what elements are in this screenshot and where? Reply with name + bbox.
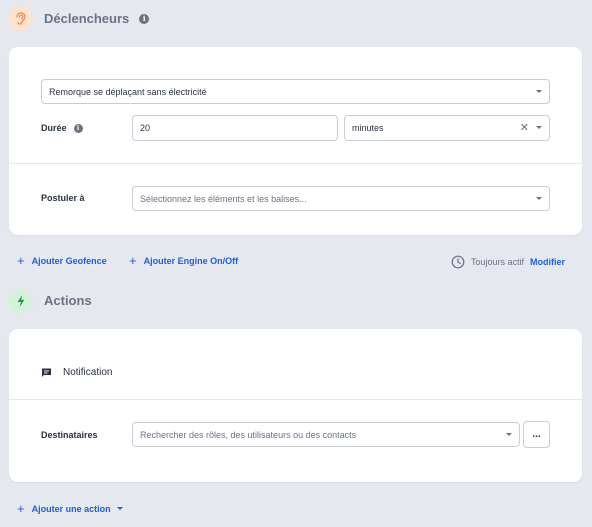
modify-link[interactable]: Modifier — [530, 257, 565, 267]
chevron-down-icon — [506, 433, 512, 436]
add-geofence-link[interactable]: + Ajouter Geofence — [17, 254, 107, 267]
chevron-down-icon — [536, 90, 542, 93]
recipients-select[interactable]: Rechercher des rôles, des utilisateurs o… — [132, 422, 520, 447]
actions-card: Notification Destinataires Rechercher de… — [9, 329, 582, 482]
add-action-link[interactable]: + Ajouter une action — [17, 502, 123, 515]
recipients-placeholder: Rechercher des rôles, des utilisateurs o… — [140, 429, 357, 440]
chevron-down-icon — [536, 126, 542, 129]
apply-label: Postuler à — [41, 193, 85, 203]
duration-value: 20 — [140, 123, 151, 133]
triggers-title: Déclencheurs — [44, 11, 130, 26]
lightning-icon — [8, 288, 33, 313]
info-icon[interactable]: i — [139, 13, 150, 24]
duration-input[interactable]: 20 — [132, 115, 338, 141]
message-icon — [42, 368, 51, 377]
apply-placeholder: Sélectionnez les éléments et les balises… — [140, 193, 307, 204]
actions-title: Actions — [44, 293, 92, 308]
condition-value: Remorque se déplaçant sans électricité — [49, 86, 207, 97]
plus-icon: + — [17, 501, 25, 516]
unit-value: minutes — [352, 123, 384, 133]
divider — [9, 399, 582, 400]
add-action-label: Ajouter une action — [31, 503, 111, 514]
schedule-status: Toujours actif Modifier — [451, 255, 565, 269]
plus-icon: + — [129, 253, 137, 268]
condition-select[interactable]: Remorque se déplaçant sans électricité — [41, 79, 550, 104]
chevron-down-icon — [536, 197, 542, 200]
more-options-button[interactable]: ... — [523, 421, 550, 448]
unit-select[interactable]: minutes ✕ — [344, 115, 550, 141]
always-active-text: Toujours actif — [471, 257, 525, 267]
recipients-label: Destinataires — [41, 430, 98, 440]
divider — [9, 163, 582, 164]
add-engine-label: Ajouter Engine On/Off — [143, 255, 239, 266]
add-geofence-label: Ajouter Geofence — [31, 255, 107, 266]
clear-icon[interactable]: ✕ — [520, 121, 529, 134]
chevron-down-icon — [116, 507, 123, 510]
duration-label: Durée i — [41, 123, 83, 133]
notification-label: Notification — [63, 367, 113, 378]
triggers-header: Déclencheurs i — [8, 6, 150, 31]
info-icon[interactable]: i — [73, 123, 83, 133]
duration-label-text: Durée — [41, 123, 67, 133]
actions-header: Actions — [8, 288, 92, 313]
add-engine-link[interactable]: + Ajouter Engine On/Off — [129, 254, 238, 267]
plus-icon: + — [17, 253, 25, 268]
triggers-card: Remorque se déplaçant sans électricité D… — [9, 47, 582, 235]
clock-icon — [451, 255, 465, 269]
notification-row: Notification — [41, 367, 112, 378]
trigger-ear-icon — [8, 6, 33, 31]
apply-select[interactable]: Sélectionnez les éléments et les balises… — [132, 186, 550, 211]
